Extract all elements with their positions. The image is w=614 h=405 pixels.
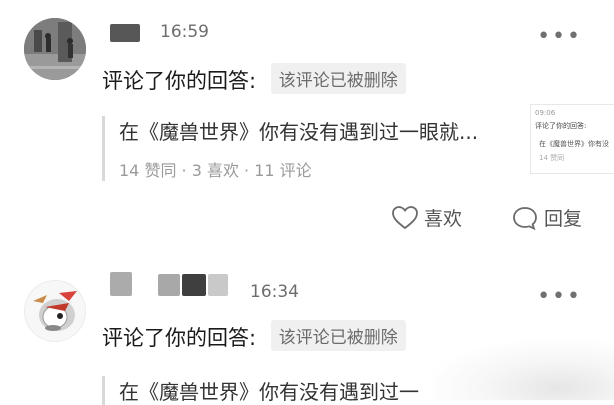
- avatar-mascot: [33, 291, 77, 331]
- username-redacted: [110, 272, 132, 296]
- username-redacted: [110, 24, 140, 42]
- like-label: 喜欢: [424, 208, 463, 230]
- timestamp: 16:59: [160, 22, 209, 42]
- more-options-icon[interactable]: •••: [537, 286, 582, 308]
- action-line: 评论了你的回答: 该评论已被删除: [102, 320, 406, 352]
- photo-glare: [430, 340, 614, 400]
- action-text: 评论了你的回答:: [102, 69, 257, 93]
- speech-bubble-icon: [513, 206, 537, 230]
- action-text: 评论了你的回答:: [102, 326, 257, 350]
- avatar[interactable]: [24, 18, 86, 80]
- answer-thumbnail[interactable]: 09:06 评论了你的回答: 在《魔兽世界》你有没 14 赞同: [530, 104, 614, 174]
- username-redacted: [208, 274, 228, 296]
- reply-label: 回复: [544, 208, 583, 230]
- thumb-action: 评论了你的回答:: [535, 122, 587, 130]
- deleted-comment-tag: 该评论已被删除: [270, 320, 406, 351]
- avatar[interactable]: [24, 280, 86, 342]
- more-options-icon[interactable]: •••: [537, 26, 582, 48]
- timestamp: 16:34: [250, 282, 299, 302]
- quoted-answer[interactable]: 在《魔兽世界》你有没有遇到过一眼就... 14 赞同 · 3 喜欢 · 11 评…: [102, 116, 478, 181]
- thumb-title: 在《魔兽世界》你有没: [539, 140, 609, 148]
- thumb-time: 09:06: [535, 109, 556, 117]
- avatar-photo: [24, 18, 86, 80]
- username-redacted: [158, 274, 180, 296]
- quoted-answer-title[interactable]: 在《魔兽世界》你有没有遇到过一眼就...: [119, 116, 478, 145]
- quoted-answer[interactable]: 在《魔兽世界》你有没有遇到过一: [102, 376, 419, 405]
- like-button[interactable]: 喜欢: [392, 204, 462, 231]
- quoted-answer-stats: 14 赞同 · 3 喜欢 · 11 评论: [119, 161, 312, 180]
- username-redacted: [182, 274, 206, 296]
- quoted-answer-title[interactable]: 在《魔兽世界》你有没有遇到过一: [119, 376, 419, 405]
- deleted-comment-tag: 该评论已被删除: [270, 63, 406, 94]
- reply-button[interactable]: 回复: [512, 204, 582, 231]
- action-line: 评论了你的回答: 该评论已被删除: [102, 63, 406, 95]
- thumb-stats: 14 赞同: [539, 154, 565, 162]
- notification-item[interactable]: 16:59 ••• 评论了你的回答: 该评论已被删除 在《魔兽世界》你有没有遇到…: [0, 0, 614, 262]
- heart-icon: [392, 205, 418, 229]
